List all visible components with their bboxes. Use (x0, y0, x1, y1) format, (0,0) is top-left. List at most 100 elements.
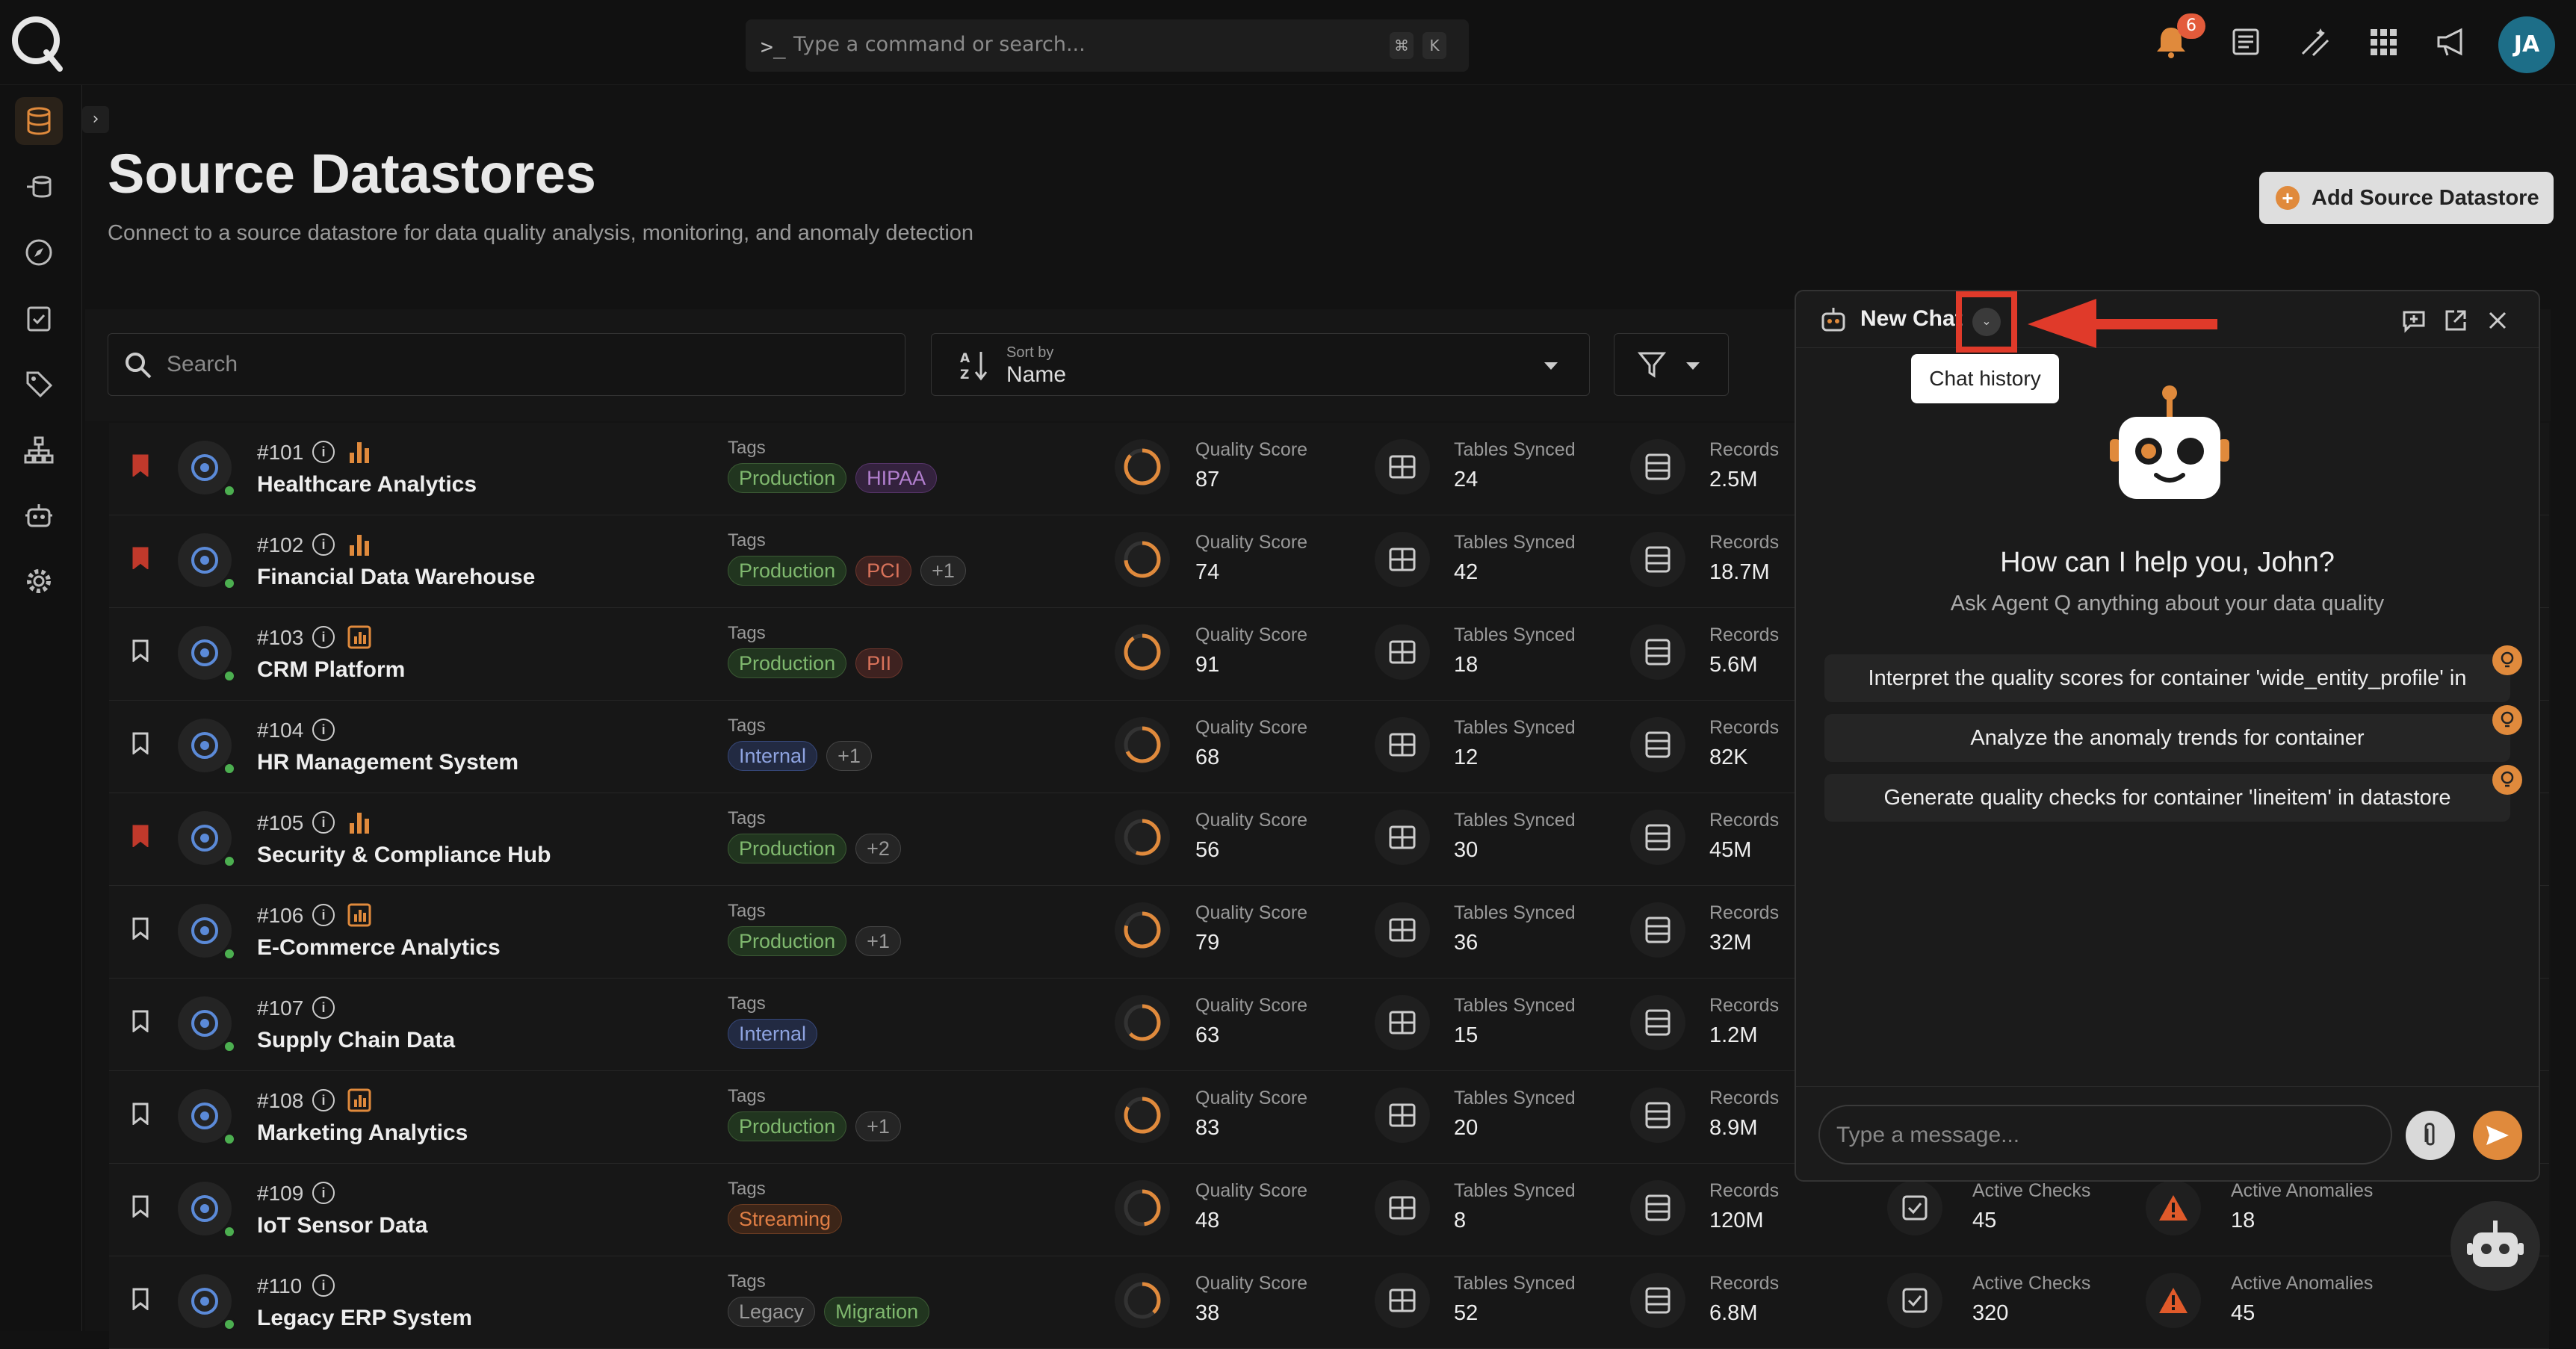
command-bar[interactable]: >_ Type a command or search... ⌘ K (746, 19, 1469, 72)
datastore-id: #103 (257, 626, 304, 649)
add-button-label: Add Source Datastore (2312, 185, 2539, 210)
datastore-name[interactable]: Supply Chain Data (257, 1028, 455, 1053)
sidebar-item-agent[interactable] (15, 491, 63, 539)
sidebar-item-explore[interactable] (15, 229, 63, 276)
info-icon[interactable]: i (312, 1089, 335, 1111)
datastore-name[interactable]: Financial Data Warehouse (257, 565, 535, 590)
tag[interactable]: HIPAA (855, 463, 938, 493)
info-icon[interactable]: i (312, 441, 335, 463)
records-value: 82K (1709, 745, 1748, 769)
info-icon[interactable]: i (312, 811, 335, 834)
tag[interactable]: +1 (855, 926, 901, 956)
tag[interactable]: Migration (824, 1297, 930, 1327)
tag[interactable]: PII (855, 648, 903, 678)
stats-box-icon[interactable] (347, 902, 372, 928)
table-row[interactable]: #110 i Legacy ERP System Tags Legacy Migr… (109, 1256, 2549, 1349)
filter-button[interactable] (1614, 333, 1729, 396)
tag[interactable]: Internal (728, 1019, 818, 1049)
bookmark-icon[interactable] (131, 1195, 149, 1218)
datastore-name[interactable]: IoT Sensor Data (257, 1213, 427, 1238)
sidebar-item-tags[interactable] (15, 360, 63, 408)
open-external-button[interactable] (2440, 305, 2471, 336)
tag[interactable]: Production (728, 1111, 847, 1141)
bookmark-icon[interactable] (131, 1288, 149, 1310)
tag[interactable]: Production (728, 463, 847, 493)
theme-button[interactable] (2295, 22, 2334, 61)
tag[interactable]: Streaming (728, 1204, 843, 1234)
datastore-name[interactable]: Legacy ERP System (257, 1306, 472, 1331)
datastore-name[interactable]: Marketing Analytics (257, 1120, 468, 1146)
stats-bars-icon[interactable] (347, 439, 372, 465)
stats-bars-icon[interactable] (347, 532, 372, 557)
stats-bars-icon[interactable] (347, 810, 372, 835)
suggestion-prompt[interactable]: Generate quality checks for container 'l… (1824, 774, 2510, 822)
tag[interactable]: Legacy (728, 1297, 816, 1327)
stats-box-icon[interactable] (347, 1088, 372, 1113)
announcements-button[interactable] (2433, 22, 2471, 61)
tables-label: Tables Synced (1454, 1273, 1576, 1294)
chat-history-button[interactable]: ⌄ (1972, 308, 2001, 336)
attach-button[interactable] (2406, 1111, 2455, 1160)
suggestion-prompt[interactable]: Interpret the quality scores for contain… (1824, 654, 2510, 702)
status-dot (223, 669, 236, 683)
datastore-name[interactable]: Security & Compliance Hub (257, 843, 551, 868)
bookmark-icon[interactable] (131, 825, 149, 847)
bookmark-icon[interactable] (131, 1103, 149, 1125)
bookmark-icon[interactable] (131, 547, 149, 569)
close-chat-button[interactable] (2482, 305, 2513, 336)
user-avatar[interactable]: JA (2498, 16, 2555, 73)
docs-button[interactable] (2226, 22, 2265, 61)
apps-button[interactable] (2364, 22, 2403, 61)
tag[interactable]: Internal (728, 741, 818, 771)
search-input[interactable]: Search (108, 333, 905, 396)
datastore-name[interactable]: Healthcare Analytics (257, 472, 477, 497)
tag-list: Production +1 (728, 926, 901, 956)
info-icon[interactable]: i (312, 904, 335, 926)
bookmark-icon[interactable] (131, 732, 149, 754)
tag[interactable]: Production (728, 556, 847, 586)
add-source-datastore-button[interactable]: + Add Source Datastore (2259, 172, 2554, 224)
agent-chat-fab[interactable] (2450, 1201, 2540, 1291)
tag[interactable]: +2 (855, 834, 901, 863)
tag[interactable]: Production (728, 834, 847, 863)
sidebar-item-datastores[interactable] (15, 97, 63, 145)
info-icon[interactable]: i (312, 719, 335, 741)
tag[interactable]: Production (728, 926, 847, 956)
tag[interactable]: PCI (855, 556, 912, 586)
sort-select[interactable]: AZ Sort by Name (931, 333, 1590, 396)
sidebar-item-flows[interactable] (15, 426, 63, 474)
datastore-name[interactable]: E-Commerce Analytics (257, 935, 501, 961)
tables-value: 20 (1454, 1116, 1479, 1140)
sidebar-item-enrichment[interactable] (15, 163, 63, 211)
tag[interactable]: Production (728, 648, 847, 678)
info-icon[interactable]: i (312, 1274, 335, 1297)
new-chat-button[interactable] (2398, 305, 2430, 336)
bookmark-icon[interactable] (131, 1010, 149, 1032)
table-icon (1375, 1273, 1430, 1328)
info-icon[interactable]: i (312, 533, 335, 556)
app-logo[interactable] (9, 13, 64, 73)
message-input[interactable]: Type a message... (1818, 1105, 2392, 1165)
send-button[interactable] (2473, 1111, 2522, 1160)
suggestion-prompt[interactable]: Analyze the anomaly trends for container (1824, 714, 2510, 762)
sidebar-item-checks[interactable] (15, 294, 63, 342)
records-icon (1630, 1273, 1685, 1328)
tag[interactable]: +1 (920, 556, 966, 586)
stats-box-icon[interactable] (347, 624, 372, 650)
tag[interactable]: +1 (855, 1111, 901, 1141)
tag[interactable]: +1 (826, 741, 872, 771)
tag-icon (26, 371, 53, 398)
datastore-id: #109 (257, 1182, 304, 1205)
info-icon[interactable]: i (312, 1182, 335, 1204)
info-icon[interactable]: i (312, 996, 335, 1019)
anomalies-value: 18 (2231, 1209, 2255, 1232)
table-icon (1375, 717, 1430, 772)
info-icon[interactable]: i (312, 626, 335, 648)
bookmark-icon[interactable] (131, 454, 149, 477)
sidebar-expand-button[interactable]: › (82, 106, 109, 133)
bookmark-icon[interactable] (131, 639, 149, 662)
bookmark-icon[interactable] (131, 917, 149, 940)
datastore-name[interactable]: HR Management System (257, 750, 518, 775)
sidebar-item-settings[interactable] (15, 557, 63, 605)
datastore-name[interactable]: CRM Platform (257, 657, 405, 683)
